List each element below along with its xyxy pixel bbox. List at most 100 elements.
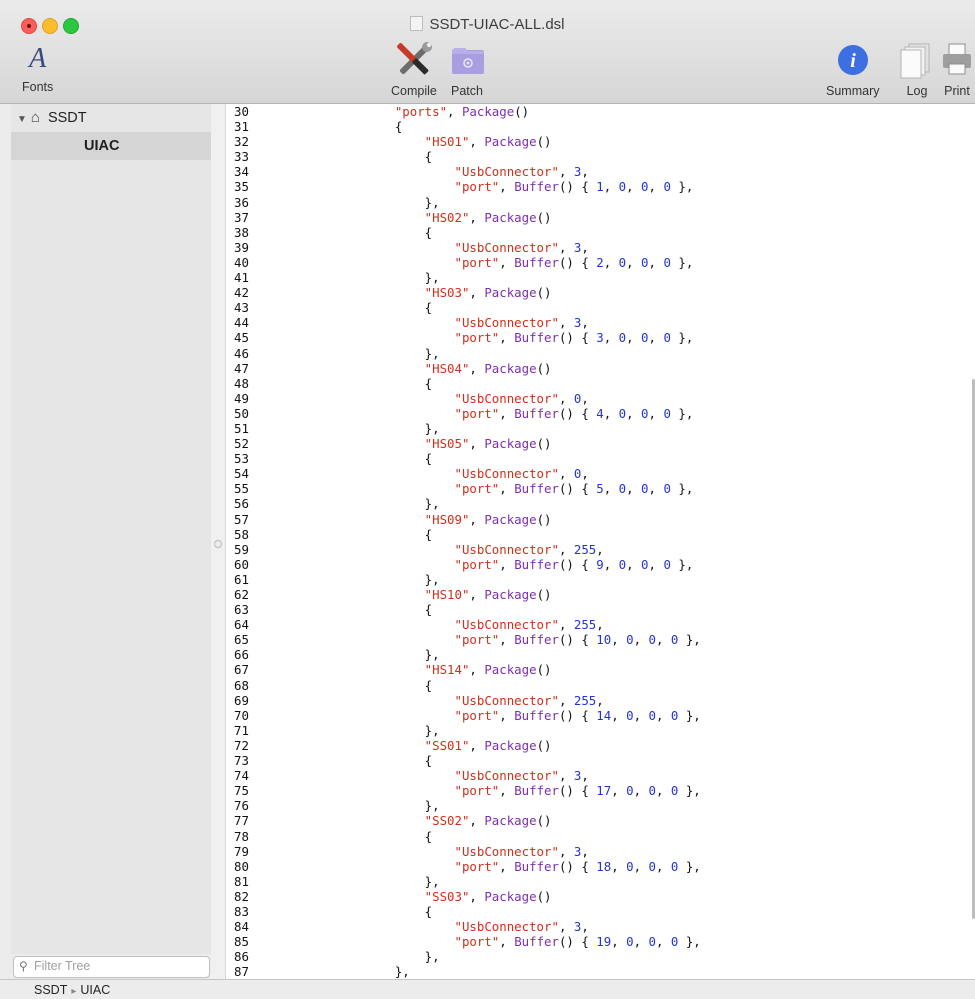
code-line[interactable]: "SS03", Package() — [268, 889, 975, 904]
code-line[interactable]: "port", Buffer() { 5, 0, 0, 0 }, — [268, 481, 975, 496]
code-line[interactable]: { — [268, 225, 975, 240]
code-line[interactable]: "SS02", Package() — [268, 813, 975, 828]
code-line[interactable]: "HS03", Package() — [268, 285, 975, 300]
code-text-area[interactable]: "ports", Package() { "HS01", Package() {… — [268, 104, 975, 979]
code-line[interactable]: }, — [268, 195, 975, 210]
code-token-punc: , — [499, 254, 515, 270]
code-line[interactable]: { — [268, 451, 975, 466]
code-line[interactable]: }, — [268, 346, 975, 361]
code-line[interactable]: "port", Buffer() { 10, 0, 0, 0 }, — [268, 632, 975, 647]
filter-tree-field[interactable]: ⚲ — [13, 956, 210, 978]
tree-item-uiac-label: UIAC — [84, 138, 120, 154]
code-line[interactable]: "UsbConnector", 3, — [268, 844, 975, 859]
code-line[interactable]: "UsbConnector", 255, — [268, 542, 975, 557]
code-line[interactable]: "UsbConnector", 255, — [268, 693, 975, 708]
code-line[interactable]: "port", Buffer() { 19, 0, 0, 0 }, — [268, 934, 975, 949]
code-token-num: 0 — [626, 707, 634, 723]
divider-handle[interactable] — [214, 540, 222, 548]
code-line[interactable]: { — [268, 149, 975, 164]
code-line[interactable]: "UsbConnector", 3, — [268, 315, 975, 330]
code-line[interactable]: "HS14", Package() — [268, 662, 975, 677]
code-line[interactable]: "UsbConnector", 0, — [268, 391, 975, 406]
split-view-divider[interactable] — [211, 104, 226, 979]
line-number: 62 — [234, 587, 249, 602]
tree-item-uiac[interactable]: UIAC — [11, 132, 211, 160]
code-line[interactable]: "UsbConnector", 0, — [268, 466, 975, 481]
code-editor[interactable]: 30 31 32 33 34 35 36 37 38 39 40 41 42 43 44 45 46 47 48 49… — [226, 104, 975, 979]
breadcrumb-item-uiac[interactable]: UIAC — [80, 983, 110, 997]
code-line[interactable]: "HS01", Package() — [268, 134, 975, 149]
code-token-punc: { — [424, 526, 433, 542]
patch-button[interactable]: Patch — [447, 40, 487, 98]
code-line[interactable]: "port", Buffer() { 1, 0, 0, 0 }, — [268, 179, 975, 194]
code-line[interactable]: { — [268, 753, 975, 768]
code-line[interactable]: { — [268, 119, 975, 134]
code-token-str: "UsbConnector" — [454, 843, 559, 859]
code-line[interactable]: { — [268, 678, 975, 693]
filter-tree-input[interactable] — [34, 957, 204, 975]
code-token-punc: , — [499, 330, 515, 346]
code-line[interactable]: }, — [268, 798, 975, 813]
code-line[interactable]: "SS01", Package() — [268, 738, 975, 753]
code-line[interactable]: "port", Buffer() { 9, 0, 0, 0 }, — [268, 557, 975, 572]
code-token-punc: () — [536, 813, 552, 829]
code-line[interactable]: "port", Buffer() { 14, 0, 0, 0 }, — [268, 708, 975, 723]
code-line[interactable]: "UsbConnector", 3, — [268, 768, 975, 783]
code-line[interactable]: "ports", Package() — [268, 104, 975, 119]
tree-item-ssdt[interactable]: ▼ ⌂ SSDT — [11, 104, 211, 132]
code-line[interactable]: }, — [268, 572, 975, 587]
code-line[interactable]: }, — [268, 874, 975, 889]
code-token-punc: () { — [558, 858, 597, 874]
code-line[interactable]: "UsbConnector", 3, — [268, 919, 975, 934]
compile-button[interactable]: Compile — [391, 40, 437, 98]
code-token-kw: Package — [484, 587, 537, 602]
code-token-str: "port" — [454, 556, 500, 572]
code-token-str: "SS02" — [424, 813, 470, 829]
code-line[interactable]: }, — [268, 949, 975, 964]
code-token-punc: , — [655, 783, 671, 799]
fonts-button[interactable]: A Fonts — [22, 42, 53, 94]
code-line[interactable]: { — [268, 300, 975, 315]
code-line[interactable]: "port", Buffer() { 4, 0, 0, 0 }, — [268, 406, 975, 421]
code-line[interactable]: }, — [268, 723, 975, 738]
code-line[interactable]: "port", Buffer() { 17, 0, 0, 0 }, — [268, 783, 975, 798]
code-line[interactable]: "HS04", Package() — [268, 361, 975, 376]
code-token-punc: () { — [558, 254, 597, 270]
print-button[interactable]: Print — [940, 40, 974, 98]
code-line[interactable]: }, — [268, 496, 975, 511]
code-line[interactable]: "port", Buffer() { 18, 0, 0, 0 }, — [268, 859, 975, 874]
code-line[interactable]: "HS02", Package() — [268, 210, 975, 225]
code-line[interactable]: "port", Buffer() { 3, 0, 0, 0 }, — [268, 330, 975, 345]
code-line[interactable]: { — [268, 376, 975, 391]
code-line[interactable]: "UsbConnector", 3, — [268, 164, 975, 179]
code-line[interactable]: { — [268, 602, 975, 617]
code-token-punc: , — [648, 481, 664, 497]
summary-button[interactable]: i Summary — [826, 40, 879, 98]
code-token-punc: { — [424, 224, 433, 240]
code-line[interactable]: "UsbConnector", 3, — [268, 240, 975, 255]
code-line[interactable]: }, — [268, 647, 975, 662]
code-line[interactable]: "HS09", Package() — [268, 512, 975, 527]
code-line[interactable]: { — [268, 904, 975, 919]
code-line[interactable]: { — [268, 829, 975, 844]
code-line[interactable]: }, — [268, 421, 975, 436]
code-line[interactable]: "HS10", Package() — [268, 587, 975, 602]
log-button[interactable]: Log — [899, 40, 935, 98]
code-token-punc: , — [558, 692, 574, 708]
disclosure-arrow-icon[interactable]: ▼ — [17, 114, 27, 125]
code-line[interactable]: }, — [268, 964, 975, 979]
code-line[interactable]: { — [268, 527, 975, 542]
code-line[interactable]: }, — [268, 270, 975, 285]
breadcrumb-item-ssdt[interactable]: SSDT — [34, 983, 67, 997]
code-line[interactable]: "port", Buffer() { 2, 0, 0, 0 }, — [268, 255, 975, 270]
code-line[interactable]: "HS05", Package() — [268, 436, 975, 451]
code-line[interactable]: "UsbConnector", 255, — [268, 617, 975, 632]
code-token-punc: , — [499, 934, 515, 950]
